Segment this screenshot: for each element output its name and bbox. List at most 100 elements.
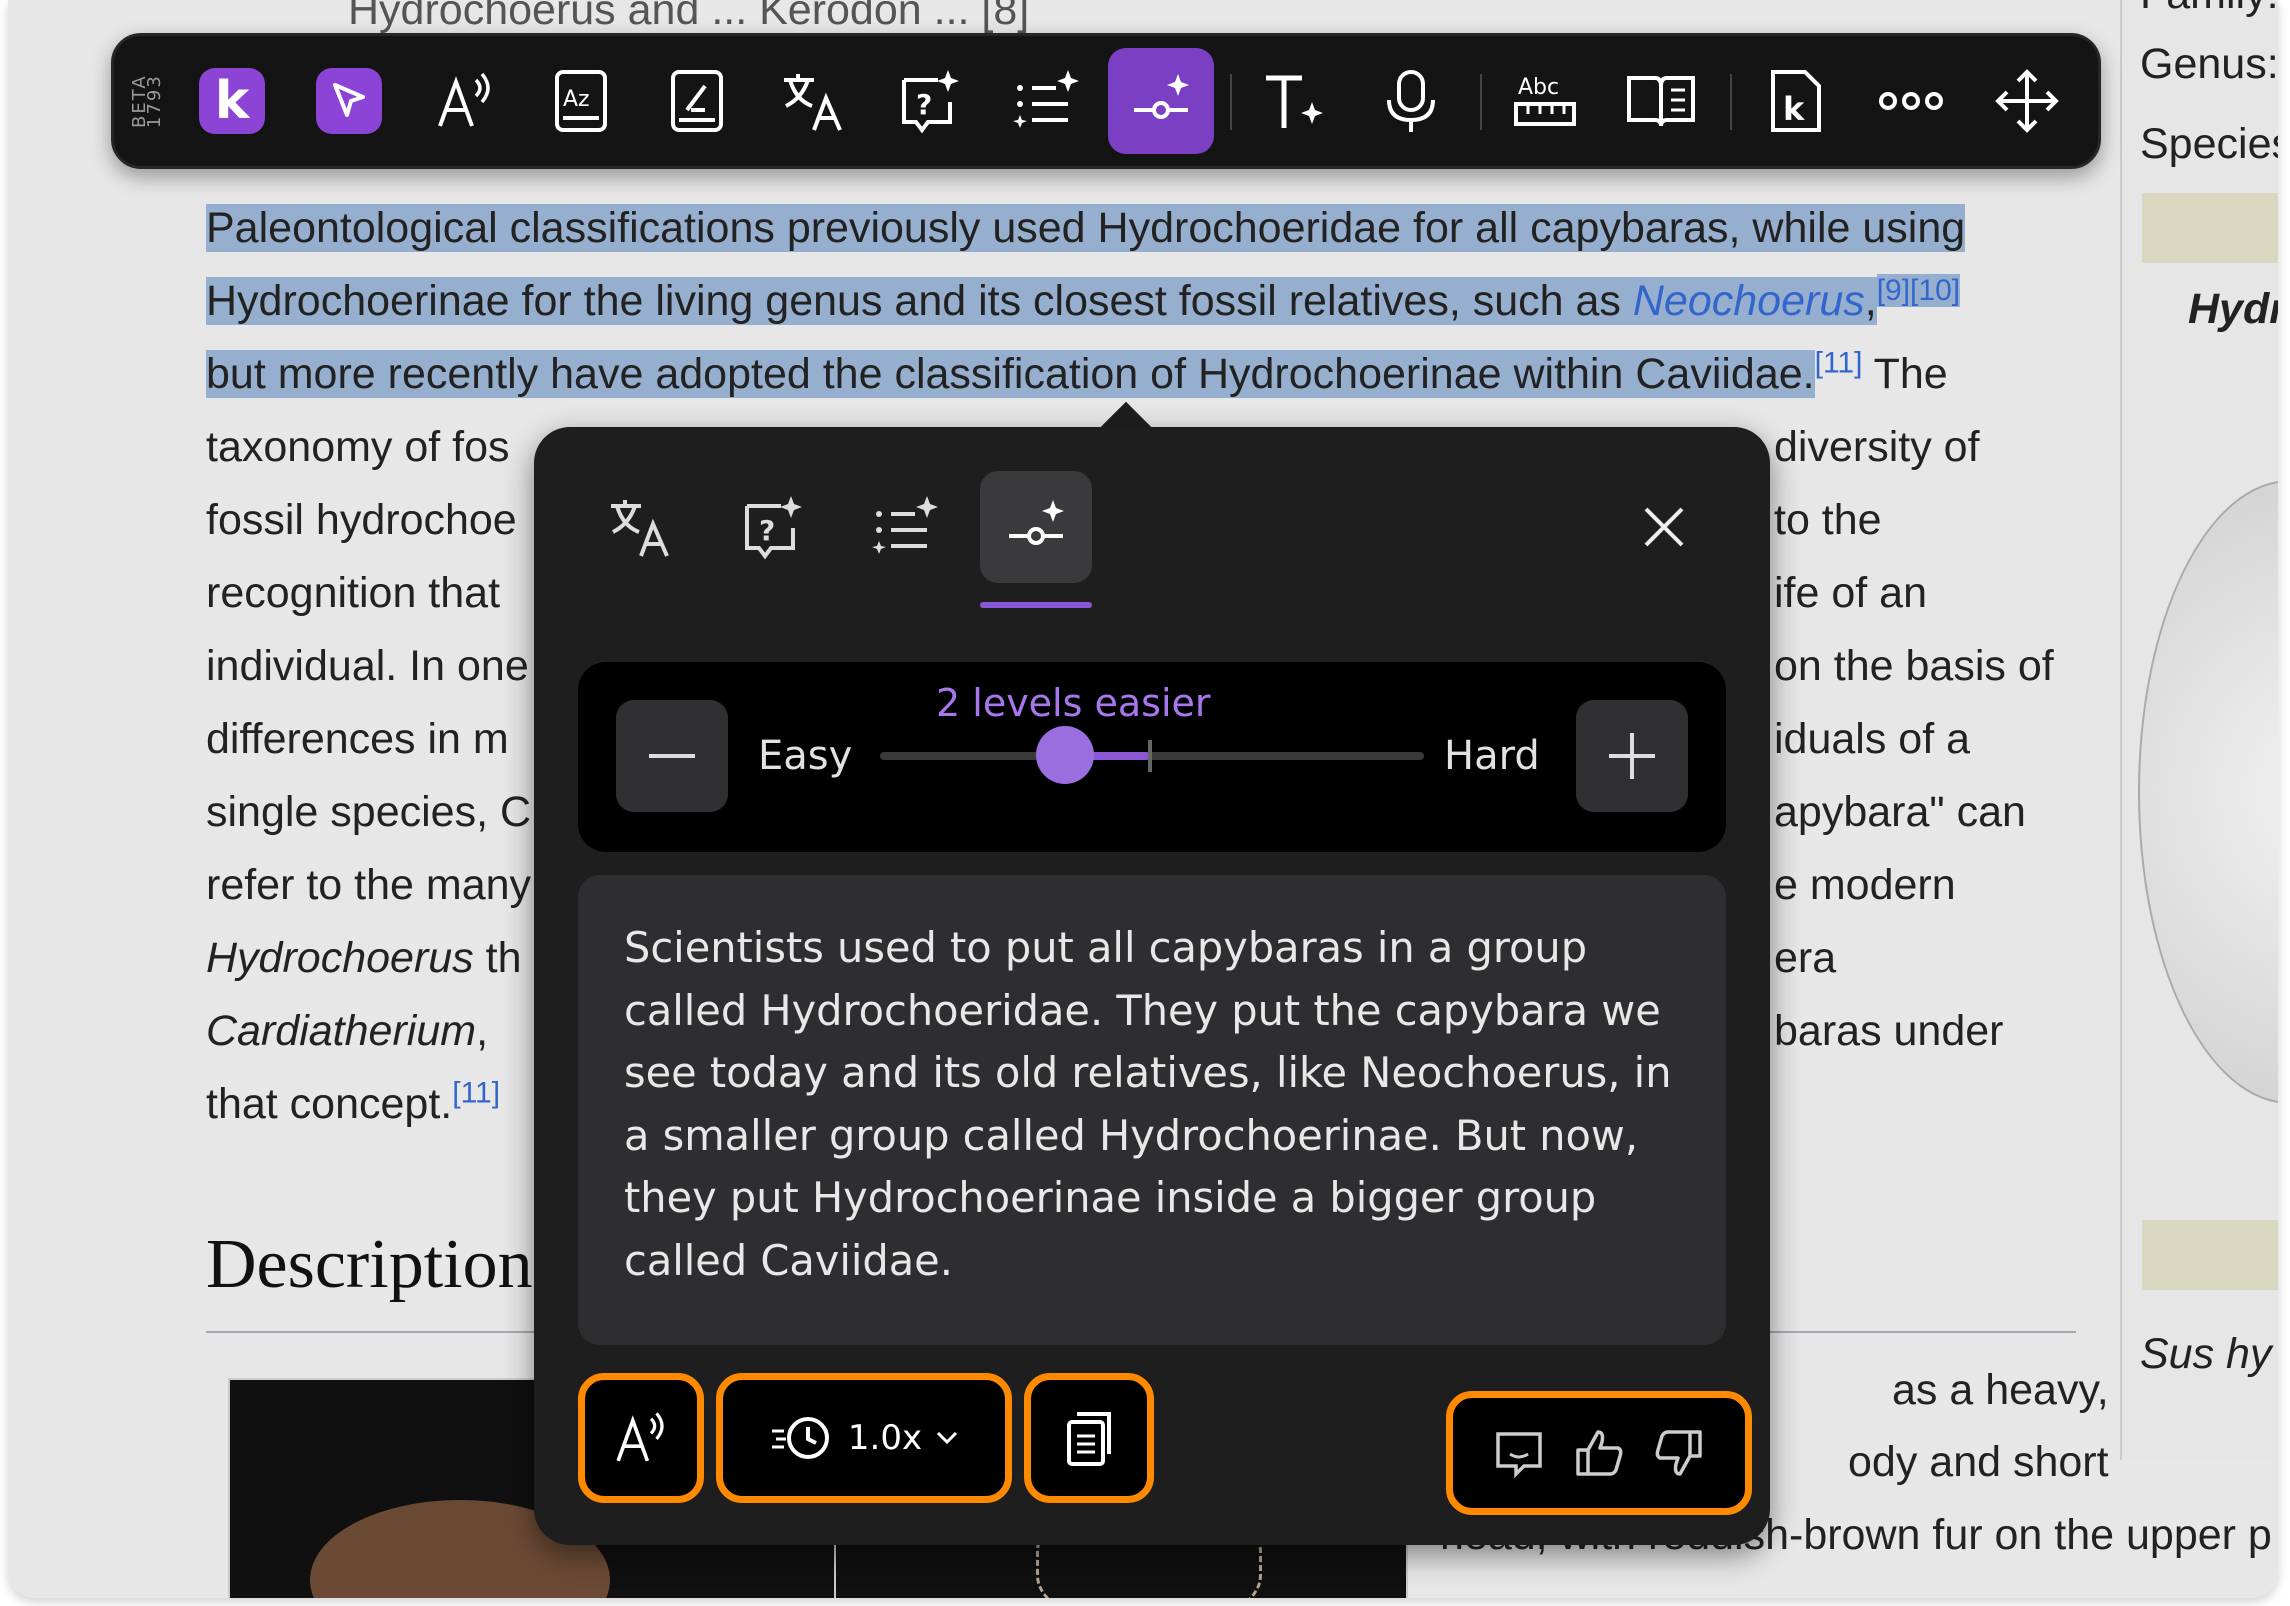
dictionary-button[interactable]: Az bbox=[528, 48, 634, 154]
move-icon bbox=[1995, 69, 2059, 133]
article-line: taxonomy of fos bbox=[206, 417, 510, 477]
article-line-visible-end: diversity of bbox=[1774, 423, 1980, 471]
thumbs-up-icon[interactable] bbox=[1574, 1428, 1624, 1478]
article-line: but more recently have adopted the class… bbox=[206, 344, 1948, 404]
translate-icon bbox=[611, 500, 669, 557]
harder-button[interactable] bbox=[1576, 700, 1688, 812]
original-level-tick bbox=[1148, 740, 1152, 772]
toolbar-divider bbox=[1480, 74, 1482, 130]
section-heading: Description bbox=[206, 1226, 533, 1303]
close-button[interactable] bbox=[1634, 497, 1694, 557]
article-line-visible-end: e modern bbox=[1774, 861, 1956, 909]
article-link[interactable]: Neochoerus bbox=[1632, 277, 1865, 325]
more-icon bbox=[1879, 92, 1943, 110]
text-size-icon bbox=[1266, 75, 1323, 128]
kami-app-button[interactable]: k bbox=[1742, 48, 1848, 154]
article-line-visible-end: era bbox=[1774, 934, 1837, 982]
chevron-down-icon bbox=[937, 1431, 958, 1445]
article-text: that concept. bbox=[206, 1080, 453, 1128]
article-line: Hydrochoerinae for the living genus and … bbox=[206, 271, 1961, 331]
beta-label: BETA 1793 bbox=[129, 74, 165, 128]
article-text: Cardiatherium bbox=[206, 1007, 477, 1055]
infobox-binomial: Sus hy bbox=[2140, 1330, 2272, 1378]
browser-window: Hydrochoerus and ... Kerodon ... [8] Pal… bbox=[8, 0, 2278, 1598]
article-text: recognition that bbox=[206, 569, 501, 617]
read-aloud-icon bbox=[438, 72, 490, 127]
ai-question-icon: ? bbox=[902, 70, 959, 134]
ask-question-button[interactable]: ? bbox=[876, 48, 982, 154]
citation-link[interactable]: [11] bbox=[452, 1077, 500, 1110]
infobox-species-label: Species bbox=[2140, 120, 2278, 168]
article-line: fossil hydrochoe bbox=[206, 490, 517, 550]
infobox-band bbox=[2142, 193, 2278, 263]
copy-icon bbox=[1067, 1412, 1111, 1466]
easier-button[interactable] bbox=[616, 700, 728, 812]
level-hint: 2 levels easier bbox=[936, 681, 1211, 725]
article-line: Hydrochoerus th bbox=[206, 928, 522, 988]
summarize-button[interactable] bbox=[992, 48, 1098, 154]
svg-text:?: ? bbox=[759, 514, 775, 547]
read-aloud-button[interactable] bbox=[578, 1373, 704, 1503]
infobox-genus-label: Genus: bbox=[2140, 40, 2278, 88]
kami-doc-icon: k bbox=[1771, 70, 1821, 132]
plus-icon bbox=[1609, 733, 1655, 779]
summarize-icon bbox=[1013, 70, 1079, 128]
article-text: refer to the many bbox=[206, 861, 532, 909]
spelling-button[interactable]: Abc bbox=[1492, 48, 1598, 154]
copy-button[interactable] bbox=[1024, 1373, 1154, 1503]
read-aloud-icon bbox=[616, 1412, 664, 1462]
level-slider[interactable] bbox=[880, 726, 1424, 784]
speed-dropdown[interactable]: 1.0x bbox=[716, 1373, 1012, 1503]
dictionary-icon: Az bbox=[555, 70, 607, 132]
article-text: taxonomy of fos bbox=[206, 423, 510, 471]
article-text: Hydrochoerus bbox=[206, 934, 474, 982]
svg-text:Abc: Abc bbox=[1518, 75, 1559, 100]
article-text: differences in m bbox=[206, 715, 509, 763]
speed-icon bbox=[771, 1417, 829, 1459]
article-line-visible-end: iduals of a bbox=[1774, 715, 1971, 763]
move-toolbar-handle[interactable] bbox=[1974, 48, 2080, 154]
level-slider-thumb[interactable] bbox=[1035, 726, 1094, 784]
simplify-button[interactable] bbox=[1108, 48, 1214, 154]
tab-ask-question[interactable]: ? bbox=[716, 471, 828, 583]
immersive-reader-button[interactable] bbox=[1608, 48, 1714, 154]
article-line: refer to the many bbox=[206, 855, 531, 915]
article-line-visible-end: apybara" can bbox=[1774, 788, 2026, 836]
easy-label: Easy bbox=[758, 733, 853, 779]
select-tool-button[interactable] bbox=[296, 48, 402, 154]
infobox-title: Hydr bbox=[2188, 285, 2278, 333]
text-style-button[interactable] bbox=[1242, 48, 1348, 154]
kami-logo-button[interactable]: k bbox=[179, 48, 285, 154]
article-text: individual. In one bbox=[206, 642, 529, 690]
tab-summarize[interactable] bbox=[848, 471, 960, 583]
abc-ruler-icon: Abc bbox=[1514, 75, 1576, 126]
tab-translate[interactable] bbox=[584, 471, 696, 583]
translate-icon bbox=[784, 74, 842, 131]
reading-mode-button[interactable] bbox=[644, 48, 750, 154]
article-line: Cardiatherium, bbox=[206, 1001, 488, 1061]
svg-text:?: ? bbox=[916, 88, 932, 121]
comment-icon[interactable] bbox=[1494, 1428, 1544, 1478]
more-button[interactable] bbox=[1858, 48, 1964, 154]
article-line: single species, C bbox=[206, 782, 531, 842]
citation-link[interactable]: [11] bbox=[1815, 347, 1863, 380]
open-book-icon bbox=[1627, 76, 1695, 127]
simplified-text-panel: Scientists used to put all capybaras in … bbox=[578, 875, 1726, 1345]
simplify-icon bbox=[1009, 500, 1064, 545]
article-text: but more recently have adopted the class… bbox=[206, 350, 1815, 398]
article-line: individual. In one bbox=[206, 636, 529, 696]
book-icon bbox=[671, 70, 723, 132]
article-line: differences in m bbox=[206, 709, 509, 769]
translate-button[interactable] bbox=[760, 48, 866, 154]
cursor-icon bbox=[316, 68, 382, 134]
article-line: that concept.[11] bbox=[206, 1074, 500, 1134]
article-line: recognition that bbox=[206, 563, 500, 623]
dictation-button[interactable] bbox=[1358, 48, 1464, 154]
thumbs-down-icon[interactable] bbox=[1654, 1428, 1704, 1478]
article-text: th bbox=[473, 934, 522, 982]
hard-label: Hard bbox=[1444, 733, 1540, 779]
tab-simplify[interactable] bbox=[980, 471, 1092, 583]
read-aloud-button[interactable] bbox=[412, 48, 518, 154]
simplify-icon bbox=[1134, 74, 1189, 119]
citation-link[interactable]: [9][10] bbox=[1876, 273, 1961, 307]
